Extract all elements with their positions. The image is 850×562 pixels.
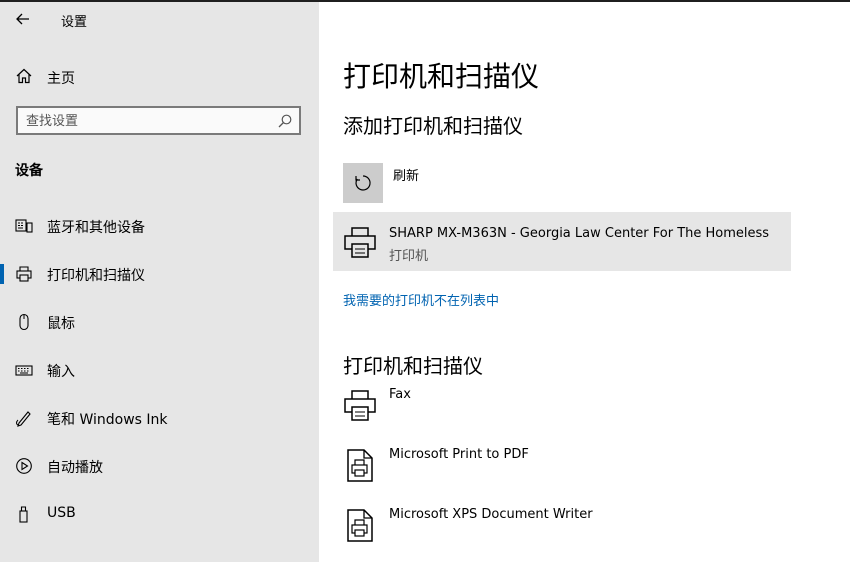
device-item-fax[interactable]: Fax bbox=[333, 385, 791, 441]
device-item-xps-writer[interactable]: Microsoft XPS Document Writer bbox=[333, 505, 791, 561]
printer-icon bbox=[344, 390, 376, 421]
sidebar-item-label: 蓝牙和其他设备 bbox=[47, 220, 145, 236]
sidebar-item-bluetooth[interactable]: 蓝牙和其他设备 bbox=[0, 204, 319, 248]
search-input[interactable] bbox=[26, 111, 266, 131]
printer-not-listed-link[interactable]: 我需要的打印机不在列表中 bbox=[343, 290, 499, 309]
add-section-heading: 添加打印机和扫描仪 bbox=[343, 114, 523, 138]
refresh-button[interactable] bbox=[343, 163, 383, 203]
sidebar-item-mouse[interactable]: 鼠标 bbox=[0, 300, 319, 344]
home-label: 主页 bbox=[47, 71, 75, 87]
home-nav-item[interactable]: 主页 bbox=[0, 62, 319, 92]
sidebar-item-label: 自动播放 bbox=[47, 460, 103, 476]
document-printer-icon bbox=[347, 449, 373, 482]
back-button[interactable] bbox=[8, 8, 38, 30]
sidebar-item-autoplay[interactable]: 自动播放 bbox=[0, 444, 319, 488]
sidebar-item-label: 鼠标 bbox=[47, 316, 75, 332]
sidebar-item-pen-windows-ink[interactable]: 笔和 Windows Ink bbox=[0, 396, 319, 440]
device-item-print-to-pdf[interactable]: Microsoft Print to PDF bbox=[333, 445, 791, 501]
sidebar-item-usb[interactable]: USB bbox=[0, 492, 319, 536]
window-title: 设置 bbox=[61, 15, 88, 30]
autoplay-icon bbox=[16, 458, 32, 474]
found-printer-row[interactable]: SHARP MX-M363N - Georgia Law Center For … bbox=[333, 212, 791, 271]
refresh-label[interactable]: 刷新 bbox=[393, 165, 419, 184]
mouse-icon bbox=[19, 313, 29, 331]
device-name: Microsoft XPS Document Writer bbox=[389, 507, 593, 522]
home-icon bbox=[16, 68, 32, 84]
sidebar-item-label: 笔和 Windows Ink bbox=[47, 412, 168, 428]
sidebar: 设置 主页 设备 蓝牙和其他设备 打印机和扫描仪 bbox=[0, 2, 319, 562]
pen-icon bbox=[16, 411, 31, 427]
keyboard-icon bbox=[15, 365, 33, 376]
section-heading-devices: 设备 bbox=[15, 163, 43, 179]
sidebar-item-label: 输入 bbox=[47, 364, 75, 380]
search-box[interactable] bbox=[16, 106, 301, 135]
printer-icon bbox=[344, 227, 376, 258]
device-name: Microsoft Print to PDF bbox=[389, 447, 529, 462]
sidebar-item-label: USB bbox=[47, 505, 76, 521]
found-printer-name: SHARP MX-M363N - Georgia Law Center For … bbox=[389, 226, 770, 241]
page-title: 打印机和扫描仪 bbox=[343, 60, 540, 93]
found-printer-type: 打印机 bbox=[389, 249, 429, 264]
refresh-icon bbox=[355, 175, 371, 191]
printers-list-heading: 打印机和扫描仪 bbox=[343, 354, 483, 378]
bluetooth-devices-icon bbox=[15, 219, 33, 233]
search-icon[interactable] bbox=[277, 113, 293, 129]
printer-icon bbox=[16, 266, 32, 282]
usb-icon bbox=[19, 506, 28, 523]
sidebar-item-label: 打印机和扫描仪 bbox=[47, 268, 145, 284]
back-arrow-icon bbox=[16, 13, 29, 25]
document-printer-icon bbox=[347, 509, 373, 542]
sidebar-item-printers-scanners[interactable]: 打印机和扫描仪 bbox=[0, 252, 319, 296]
active-indicator bbox=[0, 264, 4, 284]
sidebar-item-input[interactable]: 输入 bbox=[0, 348, 319, 392]
device-name: Fax bbox=[389, 387, 411, 402]
